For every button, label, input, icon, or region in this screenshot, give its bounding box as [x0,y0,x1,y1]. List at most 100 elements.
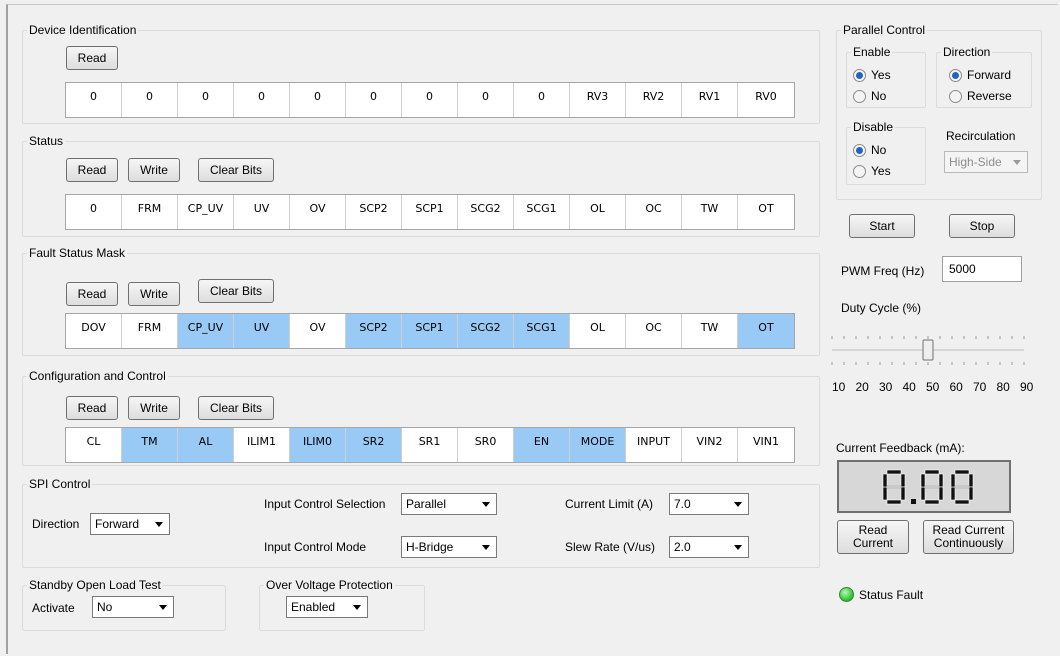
device-id-read-button[interactable]: Read [66,46,118,70]
standby-activate-label: Activate [32,601,75,615]
fault-mask-write-button[interactable]: Write [128,282,180,306]
chevron-down-icon [1013,160,1021,165]
bit-cell-scp1[interactable]: SCP1 [402,314,458,348]
radio-selected-icon [853,143,866,157]
enable-yes-radio[interactable]: Yes [853,68,891,82]
bit-cell-al[interactable]: AL [178,428,234,462]
enable-title: Enable [851,45,893,59]
bit-cell-rv1: RV1 [682,83,738,117]
bit-cell-tm[interactable]: TM [122,428,178,462]
input-selection-select[interactable]: Parallel [401,493,497,515]
disable-no-label: No [871,143,887,157]
bit-cell-cl[interactable]: CL [66,428,122,462]
recirculation-label: Recirculation [946,129,1016,143]
status-clear-bits-button[interactable]: Clear Bits [198,158,274,182]
status-read-button[interactable]: Read [66,158,118,182]
stop-button[interactable]: Stop [949,214,1015,238]
duty-cycle-slider[interactable] [828,328,1028,372]
bit-cell-cp-uv[interactable]: CP_UV [178,314,234,348]
direction-forward-radio[interactable]: Forward [949,68,1011,82]
status-write-button[interactable]: Write [128,158,180,182]
direction-reverse-radio[interactable]: Reverse [949,89,1012,103]
input-mode-label: Input Control Mode [264,540,367,554]
lcd-segment [882,473,888,488]
input-mode-select[interactable]: H-Bridge [401,536,497,558]
read-current-button[interactable]: Read Current [837,520,909,554]
bit-cell-uv[interactable]: UV [234,314,290,348]
ovp-select[interactable]: Enabled [286,596,368,618]
bit-cell-ilim1[interactable]: ILIM1 [234,428,290,462]
slew-rate-value: 2.0 [674,540,691,554]
chevron-down-icon [353,605,361,610]
read-current-label: Read Current [852,523,893,550]
bit-cell-scp2[interactable]: SCP2 [346,314,402,348]
config-read-button[interactable]: Read [66,396,118,420]
bit-cell-oc[interactable]: OC [626,314,682,348]
standby-activate-select[interactable]: No [92,596,174,618]
bit-cell-ot: OT [758,202,774,215]
recirculation-value: High-Side [949,155,1002,169]
slider-thumb[interactable] [922,339,934,361]
fault-mask-clear-bits-button[interactable]: Clear Bits [198,279,274,303]
direction-forward-label: Forward [967,68,1012,82]
config-write-button[interactable]: Write [128,396,180,420]
bit-cell-vin1[interactable]: VIN1 [738,428,794,462]
bit-cell-dov[interactable]: DOV [66,314,122,348]
lcd-segment [900,473,906,488]
bit-cell-frm[interactable]: FRM [122,314,178,348]
input-mode-value: H-Bridge [406,540,454,554]
bit-cell-ol: OL [570,195,626,229]
config-bits[interactable]: CL TM AL ILIM1 ILIM0 SR2 SR1 SR0 EN MODE INPUT VIN2… [65,427,795,463]
duty-tick-label: 50 [926,380,940,394]
slew-rate-label: Slew Rate (V/us) [565,540,656,554]
lcd-segment [887,485,901,489]
bit-cell-input[interactable]: INPUT [626,428,682,462]
config-title: Configuration and Control [27,369,168,383]
spi-direction-label: Direction [32,517,80,531]
start-button[interactable]: Start [849,214,915,238]
disable-yes-radio[interactable]: Yes [853,164,891,178]
bit-cell-rv2: RV2 [626,83,682,117]
lcd-segment [882,486,888,501]
fault-mask-read-button[interactable]: Read [66,282,118,306]
bit-cell-sr0[interactable]: SR0 [458,428,514,462]
fault-mask-bits[interactable]: DOV FRM CP_UV UV OV SCP2 SCP1 SCG2 SCG1 OL OC TW OT [65,313,795,349]
bit-cell-scp1: SCP1 [402,195,458,229]
enable-no-label: No [871,89,887,103]
duty-tick-labels: 10 20 30 40 50 60 70 80 90 [832,380,1034,394]
bit-cell-ot[interactable]: OT [738,314,794,348]
bit-cell-tw[interactable]: TW [682,314,738,348]
recirculation-select[interactable]: High-Side [944,151,1028,173]
bit-cell-scg1: SCG1 [514,195,570,229]
bit-cell-en[interactable]: EN [514,428,570,462]
bit-cell-sr2[interactable]: SR2 [346,428,402,462]
disable-no-radio[interactable]: No [853,143,886,157]
ovp-title: Over Voltage Protection [264,578,395,592]
lcd-segment [900,486,906,501]
bit-cell-scg2[interactable]: SCG2 [458,314,514,348]
chevron-down-icon [482,545,490,550]
bit-cell-scg1[interactable]: SCG1 [514,314,570,348]
bit-cell-vin2[interactable]: VIN2 [682,428,738,462]
spi-direction-select[interactable]: Forward [90,513,170,535]
bit-cell-ol[interactable]: OL [570,314,626,348]
read-current-continuously-label: Read Current Continuously [932,523,1005,550]
disable-yes-label: Yes [871,164,891,178]
current-limit-select[interactable]: 7.0 [669,493,749,515]
bit-cell-ov: OV [290,195,346,229]
bit-cell-ilim0[interactable]: ILIM0 [290,428,346,462]
pwm-freq-input[interactable]: 5000 [942,256,1022,282]
spi-control-title: SPI Control [27,477,93,491]
slew-rate-select[interactable]: 2.0 [669,536,749,558]
bit-cell-ov[interactable]: OV [290,314,346,348]
enable-no-radio[interactable]: No [853,89,886,103]
bit-cell-mode[interactable]: MODE [570,428,626,462]
config-clear-bits-button[interactable]: Clear Bits [198,396,274,420]
status-bits: 0 FRM CP_UV UV OV SCP2 SCP1 SCG2 SCG1 OL OC TW OT [65,194,795,230]
enable-yes-label: Yes [871,68,891,82]
bit-cell-sr1[interactable]: SR1 [402,428,458,462]
read-current-continuously-button[interactable]: Read Current Continuously [923,520,1014,554]
lcd-segment [886,499,902,505]
duty-tick-label: 90 [1020,380,1034,394]
radio-selected-icon [949,68,962,82]
